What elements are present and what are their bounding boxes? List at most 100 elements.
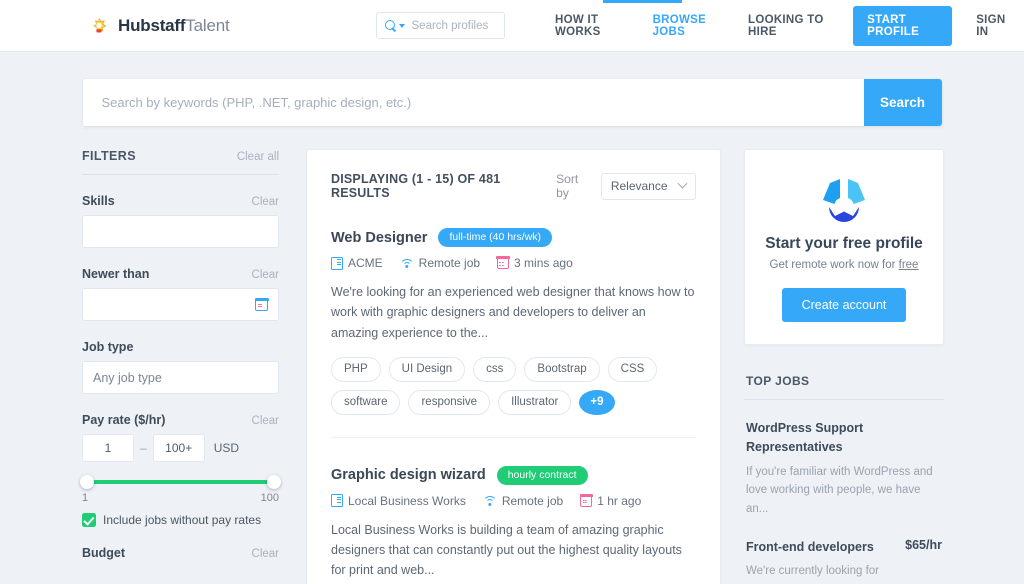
create-account-button[interactable]: Create account — [781, 288, 907, 322]
job-remote: Remote job — [482, 494, 563, 508]
chevron-down-icon[interactable] — [398, 23, 405, 28]
job-type-badge: hourly contract — [496, 465, 588, 485]
clear-all-link[interactable]: Clear all — [237, 151, 279, 163]
chevron-down-icon — [677, 178, 688, 189]
top-job-header: WordPress Support Representatives — [746, 419, 942, 458]
results-column: DISPLAYING (1 - 15) OF 481 RESULTS Sort … — [306, 149, 721, 584]
skills-input[interactable] — [82, 215, 279, 248]
include-no-payrate-checkbox[interactable] — [82, 513, 96, 527]
job-company-name: Local Business Works — [348, 493, 466, 508]
sort-control: Sort by Relevance — [556, 172, 696, 200]
top-job-name[interactable]: WordPress Support Representatives — [746, 419, 934, 458]
filters-title: FILTERS — [82, 149, 136, 163]
nav-browse-jobs[interactable]: BROWSE JOBS — [639, 14, 734, 38]
job-tag[interactable]: CSS — [607, 356, 658, 382]
job-posted-time: 3 mins ago — [514, 256, 573, 270]
top-job-name[interactable]: Front-end developers — [746, 538, 874, 557]
start-profile-promo-card: Start your free profile Get remote work … — [744, 149, 944, 345]
skills-label: Skills — [82, 194, 115, 208]
job-title[interactable]: Graphic design wizard — [331, 467, 486, 483]
job-title-row: Graphic design wizard hourly contract — [331, 465, 696, 485]
job-type-select[interactable]: Any job type — [82, 361, 279, 394]
company-building-icon — [331, 494, 343, 508]
filter-skills: Skills Clear — [82, 194, 279, 248]
promo-subtext: Get remote work now for free — [763, 259, 925, 271]
top-jobs-title: TOP JOBS — [746, 374, 810, 388]
pay-rate-min-input[interactable]: 1 — [82, 434, 134, 462]
job-tag[interactable]: Bootstrap — [524, 356, 600, 382]
page-body: FILTERS Clear all Skills Clear Newer tha… — [0, 126, 1024, 584]
promo-heading: Start your free profile — [765, 235, 923, 252]
pay-rate-max-input[interactable]: 100+ — [152, 434, 205, 462]
calendar-icon[interactable] — [254, 297, 269, 311]
job-title-row: Web Designer full-time (40 hrs/wk) — [331, 228, 696, 247]
sort-by-select[interactable]: Relevance — [600, 172, 696, 200]
job-tag[interactable]: Illustrator — [498, 389, 572, 415]
right-sidebar: Start your free profile Get remote work … — [744, 149, 944, 584]
job-company: Local Business Works — [331, 494, 466, 508]
job-tag[interactable]: PHP — [331, 356, 381, 382]
wifi-remote-icon — [399, 258, 414, 269]
budget-clear-link[interactable]: Clear — [252, 548, 279, 560]
slider-handle-min[interactable] — [80, 475, 94, 489]
hero-search-section: Search — [0, 52, 1024, 126]
job-meta-row: Local Business Works Remote job 1 hr ago — [331, 494, 696, 508]
top-job-description: We're currently looking for experienced … — [746, 565, 926, 584]
filter-budget: Budget Clear — [82, 546, 279, 560]
search-icon — [384, 19, 397, 32]
main-nav: HOW IT WORKS BROWSE JOBS LOOKING TO HIRE… — [541, 5, 1024, 46]
job-description: We're looking for an experienced web des… — [331, 285, 695, 340]
include-no-payrate-row[interactable]: Include jobs without pay rates — [82, 513, 279, 527]
budget-label: Budget — [82, 546, 126, 560]
sign-in-link[interactable]: SIGN IN — [962, 14, 1024, 38]
job-title[interactable]: Web Designer — [331, 230, 427, 246]
keyword-search-input[interactable] — [82, 79, 864, 126]
pay-rate-clear-link[interactable]: Clear — [252, 415, 279, 427]
sort-by-value: Relevance — [610, 179, 668, 193]
job-tag[interactable]: UI Design — [388, 356, 466, 382]
top-job-item[interactable]: Front-end developers $65/hr We're curren… — [744, 538, 944, 584]
job-tag[interactable]: software — [331, 389, 401, 415]
top-job-rate: $65/hr — [905, 537, 942, 552]
pay-rate-slider[interactable] — [80, 475, 281, 489]
job-listing[interactable]: Graphic design wizard hourly contract Lo… — [331, 436, 696, 584]
nav-how-it-works[interactable]: HOW IT WORKS — [541, 14, 639, 38]
skills-clear-link[interactable]: Clear — [252, 196, 279, 208]
top-job-header: Front-end developers $65/hr — [746, 538, 942, 557]
hero-search-bar: Search — [82, 79, 942, 126]
job-tag[interactable]: responsive — [408, 389, 491, 415]
active-tab-indicator — [603, 0, 682, 3]
job-posted: 3 mins ago — [496, 256, 573, 270]
promo-free-link[interactable]: free — [899, 259, 919, 271]
start-profile-button[interactable]: START PROFILE — [853, 5, 953, 46]
newer-than-date-input[interactable] — [82, 288, 279, 321]
nav-looking-to-hire[interactable]: LOOKING TO HIRE — [734, 14, 843, 38]
filters-header: FILTERS Clear all — [82, 149, 279, 175]
filter-pay-rate: Pay rate ($/hr) Clear 1 – 100+ USD 1 100… — [80, 413, 281, 527]
newer-than-clear-link[interactable]: Clear — [252, 269, 279, 281]
search-button[interactable]: Search — [863, 79, 942, 126]
slider-scale: 1 100 — [82, 492, 279, 504]
brand-name-bold: Hubstaff — [118, 15, 186, 35]
include-no-payrate-label: Include jobs without pay rates — [103, 513, 262, 527]
slider-handle-max[interactable] — [267, 475, 281, 489]
job-tags-more-badge[interactable]: +9 — [579, 389, 615, 415]
top-job-item[interactable]: WordPress Support Representatives If you… — [744, 419, 944, 519]
brand-logo[interactable]: HubstaffTalent — [89, 16, 230, 36]
brand-name-light: Talent — [185, 15, 230, 35]
job-remote-label: Remote job — [418, 256, 481, 270]
sort-by-label: Sort by — [556, 172, 579, 200]
job-tag[interactable]: css — [473, 356, 517, 382]
brand-text: HubstaffTalent — [118, 16, 230, 36]
job-posted-time: 1 hr ago — [597, 493, 642, 508]
slider-scale-max: 100 — [260, 492, 279, 504]
job-listing[interactable]: Web Designer full-time (40 hrs/wk) ACME … — [331, 200, 696, 437]
results-header: DISPLAYING (1 - 15) OF 481 RESULTS Sort … — [331, 172, 696, 200]
wifi-remote-icon — [482, 495, 497, 507]
profile-search-input[interactable]: Search profiles — [375, 12, 506, 39]
job-type-badge: full-time (40 hrs/wk) — [438, 228, 553, 247]
pay-rate-currency: USD — [213, 441, 240, 455]
hubstaff-star-icon — [89, 16, 109, 36]
slider-scale-min: 1 — [82, 492, 89, 504]
slider-track — [84, 480, 277, 484]
